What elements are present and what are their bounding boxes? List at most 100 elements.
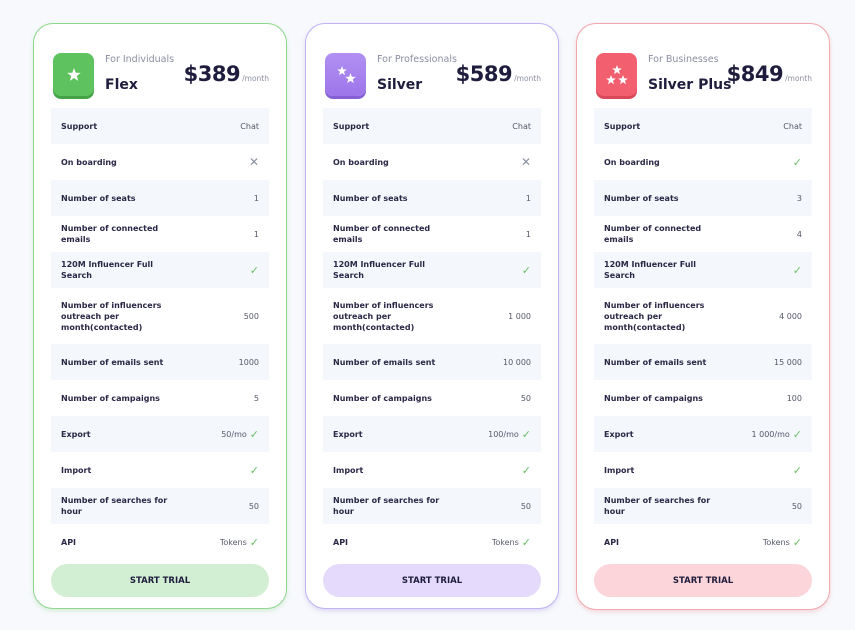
feature-label: On boarding: [333, 157, 389, 167]
feature-row: Number of influencers outreach per month…: [51, 288, 269, 344]
feature-value: ✕: [518, 155, 531, 169]
feature-row: Number of influencers outreach per month…: [594, 288, 812, 344]
plan-name: Flex: [105, 77, 138, 93]
feature-value-text: 3: [796, 193, 802, 203]
feature-list: Support Chat On boarding ✓ Number of sea…: [594, 108, 812, 560]
feature-row: 120M Influencer Full Search ✓: [51, 252, 269, 288]
start-trial-button[interactable]: START TRIAL: [323, 564, 541, 597]
feature-value: 50: [521, 394, 531, 403]
start-trial-button[interactable]: START TRIAL: [51, 564, 269, 597]
pricing-card-silver-plus: For Businesses Silver Plus $849 /month S…: [576, 23, 830, 610]
feature-row: Support Chat: [323, 108, 541, 144]
feature-value: 4 000: [779, 312, 802, 321]
feature-value-text: 1: [525, 229, 531, 239]
feature-row: 120M Influencer Full Search ✓: [323, 252, 541, 288]
feature-value-text: Chat: [783, 121, 802, 131]
card-header: For Businesses Silver Plus $849 /month: [594, 24, 812, 108]
feature-row: Number of seats 1: [323, 180, 541, 216]
feature-value-text: 5: [253, 393, 259, 403]
feature-row: Number of connected emails 1: [51, 216, 269, 252]
feature-value: Tokens ✓: [492, 536, 531, 549]
feature-row: Number of searches for hour 50: [51, 488, 269, 524]
feature-row: Export 1 000/mo ✓: [594, 416, 812, 452]
feature-row: Number of searches for hour 50: [323, 488, 541, 524]
audience-label: For Businesses: [648, 54, 719, 65]
feature-value: Chat: [240, 122, 259, 131]
feature-value: ✓: [790, 464, 802, 477]
feature-row: Export 50/mo ✓: [51, 416, 269, 452]
feature-label: On boarding: [61, 157, 117, 167]
check-icon: ✓: [521, 535, 531, 549]
feature-row: Number of campaigns 5: [51, 380, 269, 416]
feature-value: Tokens ✓: [220, 536, 259, 549]
feature-value: Chat: [783, 122, 802, 131]
feature-label: API: [61, 537, 77, 547]
check-icon: ✓: [249, 463, 259, 477]
feature-label: 120M Influencer Full Search: [333, 260, 426, 280]
feature-label: Number of campaigns: [333, 393, 432, 403]
price-amount: $389: [183, 62, 241, 86]
feature-row: Number of emails sent 1000: [51, 344, 269, 380]
feature-label: Import: [61, 465, 92, 475]
feature-value-text: 1: [253, 229, 259, 239]
feature-label: Export: [604, 429, 634, 439]
check-icon: ✓: [521, 263, 531, 277]
feature-value: 1 000/mo ✓: [751, 428, 802, 441]
feature-label: Number of seats: [604, 193, 679, 203]
feature-value-text: 50: [520, 501, 531, 511]
feature-label: Support: [604, 121, 641, 131]
feature-row: Number of campaigns 100: [594, 380, 812, 416]
start-trial-button[interactable]: START TRIAL: [594, 564, 812, 597]
feature-value: 50: [521, 502, 531, 511]
feature-value-text: 10 000: [503, 357, 531, 367]
price: $849 /month: [727, 62, 812, 86]
feature-label: Number of emails sent: [604, 357, 707, 367]
check-icon: ✓: [249, 427, 259, 441]
check-icon: ✓: [521, 463, 531, 477]
audience-label: For Individuals: [105, 54, 175, 65]
feature-value: 10 000: [503, 358, 531, 367]
feature-value: 1000: [239, 358, 259, 367]
audience-label: For Professionals: [377, 54, 457, 65]
feature-label: Import: [333, 465, 364, 475]
plan-name: Silver Plus: [648, 77, 732, 93]
feature-value-text: 1000: [238, 357, 259, 367]
feature-label: Number of connected emails: [333, 224, 431, 244]
feature-row: Number of searches for hour 50: [594, 488, 812, 524]
feature-value-text: Tokens: [762, 537, 790, 547]
feature-value-text: Tokens: [491, 537, 519, 547]
feature-label: Support: [333, 121, 370, 131]
feature-label: Export: [333, 429, 363, 439]
check-icon: ✓: [792, 427, 802, 441]
feature-value: ✓: [247, 464, 259, 477]
feature-value: 3: [797, 194, 802, 203]
feature-label: 120M Influencer Full Search: [61, 260, 154, 280]
price: $589 /month: [456, 62, 541, 86]
check-icon: ✓: [249, 535, 259, 549]
feature-value-text: 1 000/mo: [751, 429, 790, 439]
feature-value-text: 50: [520, 393, 531, 403]
feature-value-text: 15 000: [774, 357, 802, 367]
feature-label: Number of influencers outreach per month…: [333, 300, 434, 332]
feature-label: Number of connected emails: [604, 224, 702, 244]
feature-label: Number of searches for hour: [61, 496, 168, 516]
cross-icon: ✕: [520, 155, 531, 169]
feature-value-text: 100: [786, 393, 802, 403]
feature-label: Number of seats: [333, 193, 408, 203]
feature-value: 5: [254, 394, 259, 403]
price: $389 /month: [184, 62, 269, 86]
feature-label: Import: [604, 465, 635, 475]
feature-row: Number of connected emails 1: [323, 216, 541, 252]
feature-row: Support Chat: [51, 108, 269, 144]
feature-value: 1: [254, 230, 259, 239]
feature-value: 4: [797, 230, 802, 239]
feature-value: 50: [792, 502, 802, 511]
feature-row: Number of seats 3: [594, 180, 812, 216]
feature-label: Number of campaigns: [604, 393, 703, 403]
feature-label: Number of seats: [61, 193, 136, 203]
price-period: /month: [785, 74, 812, 83]
three-stars-icon: [596, 53, 637, 96]
feature-value-text: 4 000: [779, 311, 802, 321]
feature-value-text: 4: [796, 229, 802, 239]
feature-value: 50/mo ✓: [221, 428, 259, 441]
